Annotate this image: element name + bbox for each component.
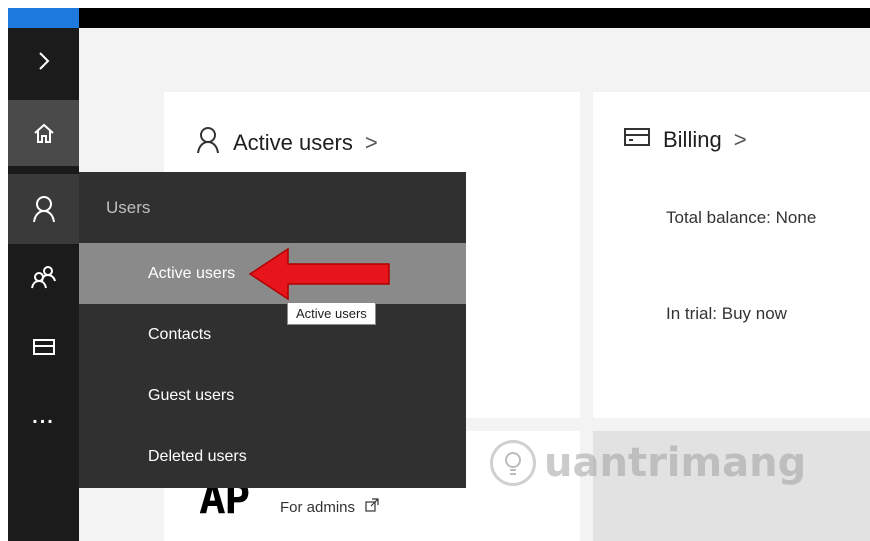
user-icon: [31, 195, 57, 223]
for-admins-text: For admins: [280, 498, 356, 516]
nav-home[interactable]: [8, 100, 79, 166]
billing-card-title[interactable]: Billing >: [623, 126, 747, 154]
app-launcher-accent[interactable]: [8, 8, 79, 28]
flyout-item-deleted-users[interactable]: Deleted users: [79, 426, 466, 487]
billing-card: Billing > Total balance: None In trial: …: [593, 92, 870, 418]
watermark: uantrimang: [490, 440, 806, 486]
active-users-card-title[interactable]: Active users >: [195, 126, 378, 160]
left-nav-rail: ...: [8, 28, 79, 541]
flyout-header: Users: [106, 197, 151, 217]
for-admins-link[interactable]: For admins: [280, 498, 379, 516]
chevron-right-icon: >: [364, 130, 378, 155]
user-icon: [195, 126, 221, 160]
billing-card-icon: [32, 338, 55, 356]
tooltip: Active users: [287, 302, 376, 325]
expand-nav-button[interactable]: [8, 28, 79, 94]
chevron-right-icon: [36, 51, 52, 71]
home-icon: [33, 122, 55, 144]
nav-users[interactable]: [8, 174, 79, 244]
flyout-item-guest-users[interactable]: Guest users: [79, 365, 466, 426]
more-icon: ...: [32, 405, 55, 428]
top-bar: [0, 0, 870, 28]
red-arrow-annotation: [248, 247, 392, 306]
lightbulb-icon: [490, 440, 536, 486]
billing-title-text: Billing: [663, 127, 722, 152]
trial-buy-now-link[interactable]: In trial: Buy now: [666, 304, 787, 324]
flyout-item-contacts[interactable]: Contacts: [79, 304, 466, 365]
nav-more[interactable]: ...: [8, 384, 79, 450]
users-flyout-menu: Users Active users Contacts Guest users …: [79, 172, 466, 488]
groups-icon: [30, 265, 57, 289]
nav-groups[interactable]: [8, 244, 79, 310]
nav-billing[interactable]: [8, 314, 79, 380]
total-balance-text: Total balance: None: [666, 208, 817, 227]
active-users-title-text: Active users: [233, 130, 353, 155]
chevron-right-icon: >: [733, 127, 747, 152]
watermark-text: uantrimang: [544, 440, 807, 486]
header-bar: [79, 8, 870, 28]
external-link-icon: [365, 498, 379, 516]
billing-card-icon: [623, 126, 651, 154]
